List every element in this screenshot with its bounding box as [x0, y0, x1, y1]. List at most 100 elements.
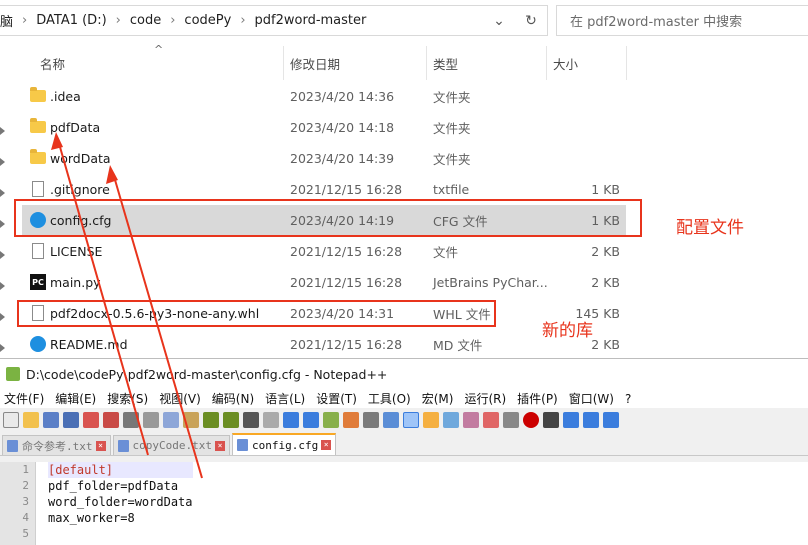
- save-icon[interactable]: [43, 412, 59, 428]
- replace-icon[interactable]: [263, 412, 279, 428]
- expand-arrow-icon[interactable]: [0, 282, 5, 290]
- file-row-pdfdata[interactable]: pdfData 2023/4/20 14:18 文件夹: [22, 112, 626, 143]
- tab-command-reference[interactable]: 命令参考.txt ×: [2, 435, 111, 455]
- breadcrumb-codepy[interactable]: codePy: [184, 13, 231, 28]
- menu-language[interactable]: 语言(L): [265, 390, 305, 407]
- monitor-icon[interactable]: [503, 412, 519, 428]
- notepad-window: D:\code\codePy\pdf2word-master\config.cf…: [0, 358, 808, 545]
- zoom-in-icon[interactable]: [283, 412, 299, 428]
- expand-arrow-icon[interactable]: [0, 189, 5, 197]
- expand-arrow-icon[interactable]: [0, 158, 5, 166]
- file-row-readme[interactable]: README.md 2021/12/15 16:28 MD 文件 2 KB: [22, 329, 626, 360]
- menu-settings[interactable]: 设置(T): [316, 390, 357, 407]
- file-tab-icon: [7, 439, 18, 452]
- breadcrumb-drive[interactable]: DATA1 (D:): [36, 13, 106, 28]
- find-icon[interactable]: [243, 412, 259, 428]
- highlight-box-whl: [17, 300, 496, 327]
- menu-file[interactable]: 文件(F): [4, 390, 44, 407]
- indent-guide-icon[interactable]: [403, 412, 419, 428]
- menu-help[interactable]: ?: [625, 392, 631, 406]
- file-date: 2023/4/20 14:18: [290, 120, 395, 135]
- sync-scroll-icon[interactable]: [323, 412, 339, 428]
- word-wrap-icon[interactable]: [363, 412, 379, 428]
- history-dropdown-icon[interactable]: ⌄: [483, 6, 515, 35]
- tab-copycode[interactable]: copyCode.txt ×: [112, 435, 230, 455]
- folder-workspace-icon[interactable]: [483, 412, 499, 428]
- file-row-worddata[interactable]: wordData 2023/4/20 14:39 文件夹: [22, 143, 626, 174]
- highlight-box-config: [14, 199, 642, 237]
- code-line[interactable]: [default]: [48, 462, 193, 478]
- close-icon[interactable]: ×: [214, 440, 225, 451]
- menu-window[interactable]: 窗口(W): [569, 390, 614, 407]
- code-line[interactable]: word_folder=wordData: [48, 494, 193, 510]
- run-macro-multiple-icon[interactable]: [583, 412, 599, 428]
- breadcrumb-code[interactable]: code: [130, 13, 161, 28]
- file-date: 2021/12/15 16:28: [290, 275, 403, 290]
- save-macro-icon[interactable]: [603, 412, 619, 428]
- new-file-icon[interactable]: [3, 412, 19, 428]
- play-macro-icon[interactable]: [563, 412, 579, 428]
- expand-arrow-icon[interactable]: [0, 313, 5, 321]
- expand-arrow-icon[interactable]: [0, 251, 5, 259]
- expand-arrow-icon[interactable]: [0, 220, 5, 228]
- window-titlebar[interactable]: D:\code\codePy\pdf2word-master\config.cf…: [0, 359, 808, 389]
- column-type[interactable]: 类型: [427, 46, 547, 80]
- folder-icon: [30, 87, 46, 102]
- zoom-out-icon[interactable]: [303, 412, 319, 428]
- doc-map-icon[interactable]: [443, 412, 459, 428]
- address-bar[interactable]: 脑 › DATA1 (D:) › code › codePy › pdf2wor…: [0, 5, 548, 36]
- close-file-icon[interactable]: [83, 412, 99, 428]
- file-name: wordData: [50, 151, 111, 166]
- tab-label: 命令参考.txt: [22, 439, 93, 453]
- close-all-icon[interactable]: [103, 412, 119, 428]
- expand-arrow-icon[interactable]: [0, 344, 5, 352]
- file-size: 2 KB: [591, 275, 620, 290]
- refresh-icon[interactable]: ↻: [515, 6, 547, 35]
- tab-config[interactable]: config.cfg ×: [231, 433, 337, 455]
- file-type: MD 文件: [433, 338, 483, 353]
- print-icon[interactable]: [123, 412, 139, 428]
- menu-tools[interactable]: 工具(O): [368, 390, 411, 407]
- close-icon[interactable]: ×: [321, 440, 332, 450]
- udl-icon[interactable]: [423, 412, 439, 428]
- menu-plugins[interactable]: 插件(P): [517, 390, 558, 407]
- menu-edit[interactable]: 编辑(E): [55, 390, 96, 407]
- file-row-idea[interactable]: .idea 2023/4/20 14:36 文件夹: [22, 81, 626, 112]
- file-icon: [32, 181, 44, 197]
- sync-horizontal-icon[interactable]: [343, 412, 359, 428]
- file-row-license[interactable]: LICENSE 2021/12/15 16:28 文件 2 KB: [22, 236, 626, 267]
- breadcrumb-current[interactable]: pdf2word-master: [255, 13, 367, 28]
- breadcrumb-pc[interactable]: 脑: [0, 11, 13, 30]
- stop-macro-icon[interactable]: [543, 412, 559, 428]
- menu-macro[interactable]: 宏(M): [422, 390, 454, 407]
- function-list-icon[interactable]: [463, 412, 479, 428]
- undo-icon[interactable]: [203, 412, 219, 428]
- paste-icon[interactable]: [183, 412, 199, 428]
- record-macro-icon[interactable]: [523, 412, 539, 428]
- cut-icon[interactable]: [143, 412, 159, 428]
- column-name[interactable]: 名称: [34, 46, 284, 80]
- menu-encoding[interactable]: 编码(N): [212, 390, 254, 407]
- file-type: 文件夹: [433, 90, 471, 105]
- menu-view[interactable]: 视图(V): [159, 390, 201, 407]
- tab-label: config.cfg: [251, 438, 319, 452]
- close-icon[interactable]: ×: [95, 440, 106, 451]
- code-content[interactable]: [default] pdf_folder=pdfData word_folder…: [36, 462, 193, 545]
- column-size[interactable]: 大小: [547, 46, 627, 80]
- file-row-main[interactable]: PC main.py 2021/12/15 16:28 JetBrains Py…: [22, 267, 626, 298]
- menu-run[interactable]: 运行(R): [464, 390, 506, 407]
- show-symbols-icon[interactable]: [383, 412, 399, 428]
- redo-icon[interactable]: [223, 412, 239, 428]
- menu-search[interactable]: 搜索(S): [107, 390, 148, 407]
- copy-icon[interactable]: [163, 412, 179, 428]
- search-input[interactable]: 在 pdf2word-master 中搜索: [556, 5, 808, 36]
- code-line[interactable]: pdf_folder=pdfData: [48, 478, 193, 494]
- code-editor[interactable]: 1 2 3 4 5 [default] pdf_folder=pdfData w…: [0, 462, 808, 545]
- code-line[interactable]: max_worker=8: [48, 510, 193, 526]
- code-line[interactable]: [48, 526, 193, 542]
- column-date[interactable]: 修改日期: [284, 46, 427, 80]
- open-file-icon[interactable]: [23, 412, 39, 428]
- file-type: JetBrains PyChar...: [433, 275, 548, 290]
- save-all-icon[interactable]: [63, 412, 79, 428]
- expand-arrow-icon[interactable]: [0, 127, 5, 135]
